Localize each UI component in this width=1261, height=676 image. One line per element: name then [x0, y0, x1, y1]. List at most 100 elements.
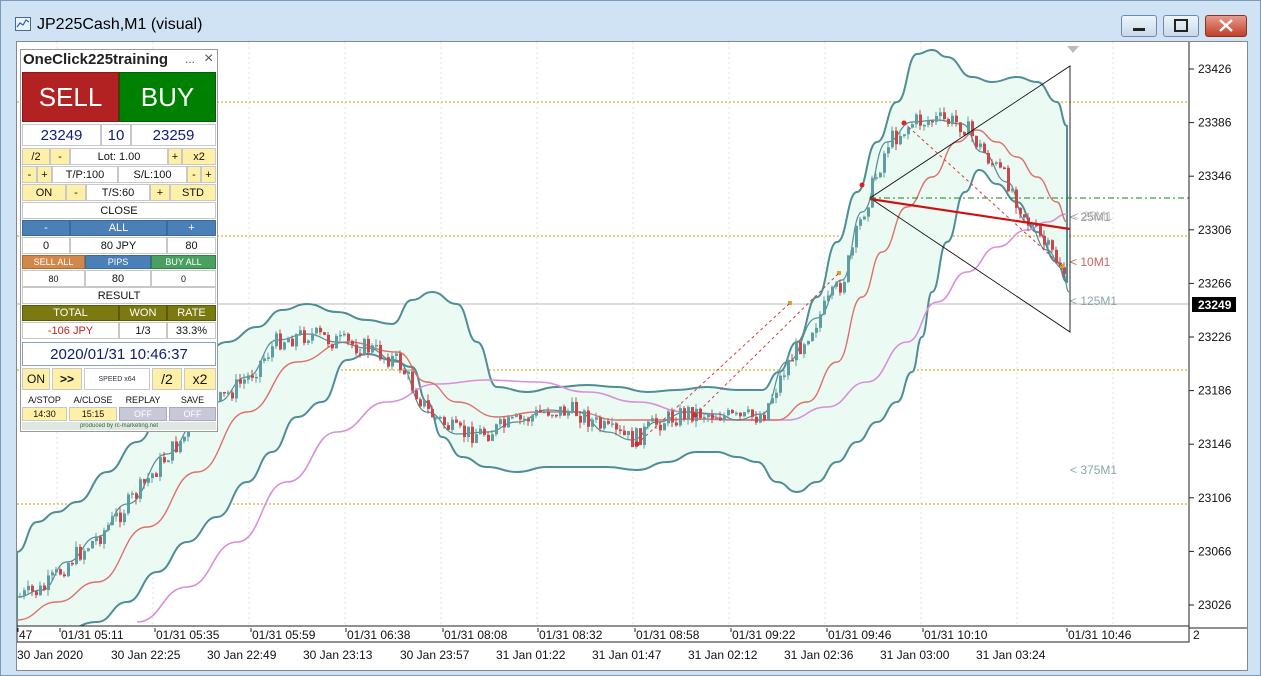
pips-button[interactable]: PIPS	[85, 255, 151, 269]
candle-body	[915, 114, 918, 125]
candle-body	[899, 135, 902, 145]
candle-body	[619, 429, 622, 432]
candle-body	[807, 341, 810, 345]
play-toggle-button[interactable]: ON	[22, 368, 50, 390]
tp-plus-button[interactable]: +	[37, 166, 52, 183]
ts-minus-button[interactable]: -	[66, 184, 86, 201]
price-tick-label: 23186	[1198, 384, 1232, 398]
candle-body	[435, 417, 438, 419]
candle-body	[779, 375, 782, 393]
panel-close-button[interactable]: ×	[204, 50, 213, 68]
speed-double-button[interactable]: x2	[184, 368, 216, 390]
candle-body	[519, 414, 522, 420]
candle-body	[783, 375, 786, 377]
candle-body	[811, 332, 814, 342]
price-tick-label: 23146	[1198, 437, 1232, 451]
candle-body	[991, 163, 994, 165]
candle-body	[287, 338, 290, 343]
price-axis[interactable]: 23426 23386 23346 23306 23266 23226 23186 23146…	[1189, 62, 1232, 612]
candle-body	[539, 409, 542, 413]
candle-body	[959, 122, 962, 133]
candle-body	[35, 591, 38, 596]
maximize-button[interactable]	[1163, 15, 1199, 37]
candle-body	[611, 423, 614, 425]
time-label-lower: 31 Jan 03:24	[976, 648, 1046, 662]
candle-body	[819, 314, 822, 328]
close-plus-button[interactable]: +	[167, 220, 216, 236]
lot-half-button[interactable]: /2	[22, 148, 50, 165]
candle-body	[831, 286, 834, 296]
candle-body	[595, 417, 598, 420]
candle-body	[931, 120, 934, 123]
sell-button[interactable]: SELL	[22, 72, 119, 122]
replay-toggle[interactable]: OFF	[119, 407, 167, 421]
sl-plus-button[interactable]: +	[201, 166, 216, 183]
candle-body	[891, 130, 894, 148]
candle-body	[563, 406, 566, 416]
close-section-label: CLOSE	[22, 202, 216, 219]
candle-body	[679, 408, 682, 426]
auto-close-time[interactable]: 15:15	[69, 407, 117, 421]
candle-body	[943, 112, 946, 120]
candle-body	[939, 112, 942, 117]
candle-body	[163, 457, 166, 463]
candle-body	[911, 124, 914, 128]
time-label-upper: 01/31 09:46	[828, 628, 892, 642]
sl-minus-button[interactable]: -	[187, 166, 201, 183]
candle-body	[495, 424, 498, 435]
candle-body	[607, 421, 610, 424]
bid-price: 23249	[22, 124, 101, 146]
minimize-button[interactable]	[1121, 15, 1157, 37]
price-tick-label: 23026	[1198, 598, 1232, 612]
time-label-upper: 47	[19, 628, 33, 642]
buy-all-button[interactable]: BUY ALL	[151, 255, 216, 269]
candle-body	[803, 344, 806, 355]
candle-body	[135, 493, 138, 499]
save-toggle[interactable]: OFF	[169, 407, 216, 421]
candle-body	[659, 424, 662, 431]
candle-body	[775, 392, 778, 399]
close-all-button[interactable]: ALL	[70, 220, 167, 236]
candle-body	[1015, 189, 1018, 208]
candle-body	[1003, 167, 1006, 170]
candle-body	[1019, 207, 1022, 215]
speed-half-button[interactable]: /2	[152, 368, 182, 390]
candle-body	[159, 457, 162, 477]
lot-plus-button[interactable]: +	[168, 148, 182, 165]
candle-body	[623, 430, 626, 436]
sell-all-button[interactable]: SELL ALL	[22, 255, 85, 269]
candle-body	[107, 525, 110, 531]
candle-body	[307, 340, 310, 343]
sl-value: S/L:100	[118, 166, 187, 183]
candle-body	[363, 338, 366, 356]
title-bar[interactable]: JP225Cash,M1 (visual)	[1, 1, 1260, 41]
close-window-button[interactable]	[1205, 15, 1247, 37]
price-tick-label: 23266	[1198, 276, 1232, 290]
candle-body	[1043, 235, 1046, 245]
candle-body	[851, 247, 854, 256]
candle-body	[1031, 224, 1034, 227]
time-label-lower: 30 Jan 23:57	[400, 648, 470, 662]
candle-body	[935, 116, 938, 122]
candle-body	[47, 575, 50, 591]
minimize-icon	[1133, 28, 1145, 31]
buy-button[interactable]: BUY	[119, 72, 216, 122]
ts-plus-button[interactable]: +	[150, 184, 170, 201]
trailing-stop-toggle[interactable]: ON	[22, 184, 66, 201]
candle-body	[31, 585, 34, 592]
panel-minimize-button[interactable]: ...	[185, 52, 195, 66]
candle-body	[579, 415, 582, 423]
lot-minus-button[interactable]: -	[50, 148, 70, 165]
candle-body	[383, 357, 386, 360]
close-minus-button[interactable]: -	[22, 220, 70, 236]
candle-body	[439, 416, 442, 419]
candle-body	[311, 333, 314, 341]
time-label-lower: 30 Jan 2020	[17, 648, 83, 662]
lot-double-button[interactable]: x2	[182, 148, 216, 165]
fast-forward-button[interactable]: >>	[52, 368, 82, 390]
candle-body	[479, 428, 482, 435]
auto-stop-time[interactable]: 14:30	[22, 407, 67, 421]
tp-minus-button[interactable]: -	[22, 166, 37, 183]
std-button[interactable]: STD	[170, 184, 216, 201]
candle-body	[399, 353, 402, 371]
